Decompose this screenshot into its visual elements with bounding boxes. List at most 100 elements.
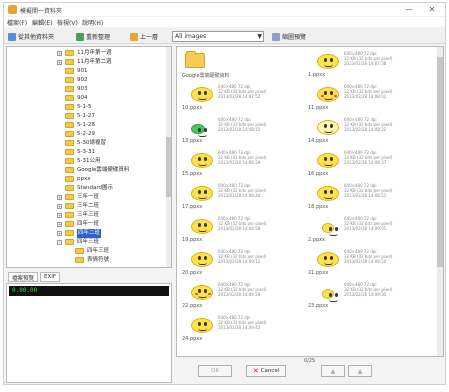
thumbnail-scrollbar[interactable]	[437, 47, 443, 356]
emoji-face-thumbnail	[308, 282, 340, 304]
tree-item-label: 5-31公用	[77, 158, 101, 164]
thumbnail-item[interactable]: 20.ppxx 640×480 72 dpi 32 KB (32 bits per …	[180, 248, 304, 276]
expand-icon[interactable]: +	[57, 51, 62, 56]
tree-item[interactable]: 903	[7, 85, 167, 94]
eye-shape	[204, 91, 207, 95]
emoji-face-thumbnail	[182, 282, 214, 304]
menu-view[interactable]: 檢視(V)	[57, 18, 78, 27]
tree-item[interactable]: 5-1-28	[7, 121, 167, 130]
expand-icon[interactable]: −	[57, 240, 62, 245]
tree-item[interactable]: +11月年第一週	[7, 49, 167, 58]
tree-item[interactable]: + 四年一班	[7, 220, 167, 229]
thumbnail-item[interactable]: 18.ppxx 640×480 72 dpi 32 KB (32 bits per …	[306, 182, 430, 210]
thumbnail-item[interactable]: 14.ppxx 640×480 72 dpi 32 KB (32 bits per …	[306, 116, 430, 144]
eye-shape	[198, 256, 201, 260]
thumbnail-detail-line: 2013/02/28 14:08:15	[218, 127, 261, 132]
tree-item[interactable]: Google雲端硬碟資料	[7, 166, 167, 175]
file-type-filter[interactable]: All images ▼	[172, 31, 264, 42]
thumbnail-item[interactable]: 13.ppxx 640×480 72 dpi 32 KB (32 bits per …	[180, 116, 304, 144]
tree-item[interactable]: ppxx	[7, 175, 167, 184]
expand-icon[interactable]: +	[57, 204, 62, 209]
ok-button[interactable]: OK	[198, 365, 232, 377]
thumbnail-scrollbar-thumb[interactable]	[437, 57, 443, 267]
thumbnail-filename: 11.ppxx	[308, 105, 329, 111]
tree-item[interactable]: 5-31公用	[7, 157, 167, 166]
thumbnail-detail-line: 2013/02/28 14:08:02	[344, 94, 387, 99]
folder-icon	[65, 131, 74, 137]
close-button[interactable]: ✕	[424, 4, 440, 15]
menu-file[interactable]: 檔案(F)	[7, 18, 27, 27]
eye-shape	[204, 190, 207, 194]
tree-item[interactable]: 5-2-29	[7, 130, 167, 139]
tree-item[interactable]: 5-30總複習	[7, 139, 167, 148]
thumbnail-item[interactable]: 10.ppxx 640×480 72 dpi 32 KB (32 bits per …	[180, 83, 304, 111]
tree-item[interactable]: + 三年三班	[7, 211, 167, 220]
tree-item[interactable]: 901	[7, 67, 167, 76]
tree-item[interactable]: 四年三班	[7, 247, 167, 256]
thumbnail-item[interactable]: 16.ppxx 640×480 72 dpi 32 KB (32 bits per …	[306, 149, 430, 177]
eye-shape	[335, 293, 338, 297]
eye-shape	[198, 91, 201, 95]
source-folder-button[interactable]: 從其他資料夾	[8, 31, 54, 42]
tree-item-selected[interactable]: + 四年二班	[7, 229, 167, 238]
face-icon	[191, 186, 213, 201]
thumbnail-item[interactable]: Google雲端硬碟資料	[180, 50, 304, 79]
refresh-label: 重新整理	[86, 34, 111, 41]
tree-item[interactable]: 5-3-31	[7, 148, 167, 157]
view-mode-button[interactable]: 縮圖預覽	[272, 31, 306, 42]
tree-item[interactable]: Standard圖示	[7, 184, 167, 193]
tree-item[interactable]: 表情符號	[7, 256, 167, 265]
minimize-button[interactable]: —	[401, 4, 417, 15]
thumbnail-filename: 15.ppxx	[182, 171, 203, 177]
tree-scrollbar-thumb[interactable]	[166, 137, 171, 197]
triangle-icon: ▲	[330, 367, 336, 375]
expand-icon[interactable]: +	[57, 222, 62, 227]
tree-item[interactable]: 902	[7, 76, 167, 85]
thumbnail-item[interactable]: 21.ppxx 640×480 72 dpi 32 KB (32 bits per …	[306, 248, 430, 276]
menu-edit[interactable]: 編輯(E)	[32, 18, 52, 27]
tab-exif[interactable]: EXIF	[40, 272, 61, 282]
thumbnail-detail-line: 2013/02/28 14:09:28	[218, 292, 261, 297]
tree-item[interactable]: 904	[7, 94, 167, 103]
thumbnail-item[interactable]: 2.ppxx 640×480 72 dpi 32 KB (32 bits per p…	[306, 215, 430, 243]
thumbnail-item[interactable]: 1.ppxx 640×480 72 dpi 32 KB (32 bits per p…	[306, 50, 430, 78]
tree-item[interactable]: 5-1-5	[7, 103, 167, 112]
tree-scrollbar[interactable]	[166, 47, 171, 267]
up-level-button[interactable]: 上一層	[130, 31, 158, 42]
tree-item[interactable]: − 四年三班	[7, 238, 167, 247]
expand-icon[interactable]: +	[57, 213, 62, 218]
emoji-face-thumbnail	[182, 216, 214, 238]
thumbnail-item[interactable]: 15.ppxx 640×480 72 dpi 32 KB (32 bits per …	[180, 149, 304, 177]
tree-item-label: 901	[77, 68, 88, 74]
eye-shape	[198, 223, 201, 227]
thumbnail-item[interactable]: 22.ppxx 640×480 72 dpi 32 KB (32 bits per …	[180, 281, 304, 309]
eye-shape	[198, 128, 201, 132]
prev-button[interactable]: ▲	[321, 365, 345, 377]
tree-item[interactable]: + 三年二班	[7, 202, 167, 211]
source-folder-label: 從其他資料夾	[18, 34, 55, 41]
next-button[interactable]: ▲	[348, 365, 372, 377]
menu-help[interactable]: 說明(H)	[82, 18, 103, 27]
expand-icon[interactable]: +	[57, 60, 62, 65]
eye-shape	[198, 289, 201, 293]
tree-item[interactable]: 5-1-27	[7, 112, 167, 121]
mouth-shape	[324, 97, 333, 100]
thumbnail-item[interactable]: 11.ppxx 640×480 72 dpi 32 KB (32 bits per …	[306, 83, 430, 111]
face-icon	[317, 252, 339, 267]
tab-preview[interactable]: 檔案預覽	[8, 272, 39, 282]
thumbnail-item[interactable]: 17.ppxx 640×480 72 dpi 32 KB (32 bits per …	[180, 182, 304, 210]
thumbnail-details: 640×480 72 dpi 32 KB (32 bits per pixel) 2…	[218, 183, 266, 198]
cancel-button[interactable]: ✕ Cancel	[246, 365, 286, 377]
tree-item[interactable]: +11月年第二週	[7, 58, 167, 67]
eye-shape	[324, 190, 327, 194]
refresh-button[interactable]: 重新整理	[76, 31, 110, 42]
expand-icon[interactable]: +	[57, 231, 62, 236]
eye-shape	[329, 293, 332, 297]
tree-item[interactable]: + 三年一班	[7, 193, 167, 202]
thumbnail-item[interactable]: 23.ppxx 640×480 72 dpi 32 KB (32 bits per …	[306, 281, 430, 309]
thumbnail-item[interactable]: 24.ppxx 640×480 72 dpi 32 KB (32 bits per …	[180, 314, 304, 342]
thumbnail-item[interactable]: 19.ppxx 640×480 72 dpi 32 KB (32 bits per …	[180, 215, 304, 243]
thumbnail-grid[interactable]: Google雲端硬碟資料 1.ppxx 640×480 72 dpi 32 KB (3…	[176, 46, 444, 357]
folder-tree[interactable]: +11月年第一週 +11月年第二週 901 902 903 904 5-1-5 …	[6, 46, 172, 268]
expand-icon[interactable]: +	[57, 195, 62, 200]
